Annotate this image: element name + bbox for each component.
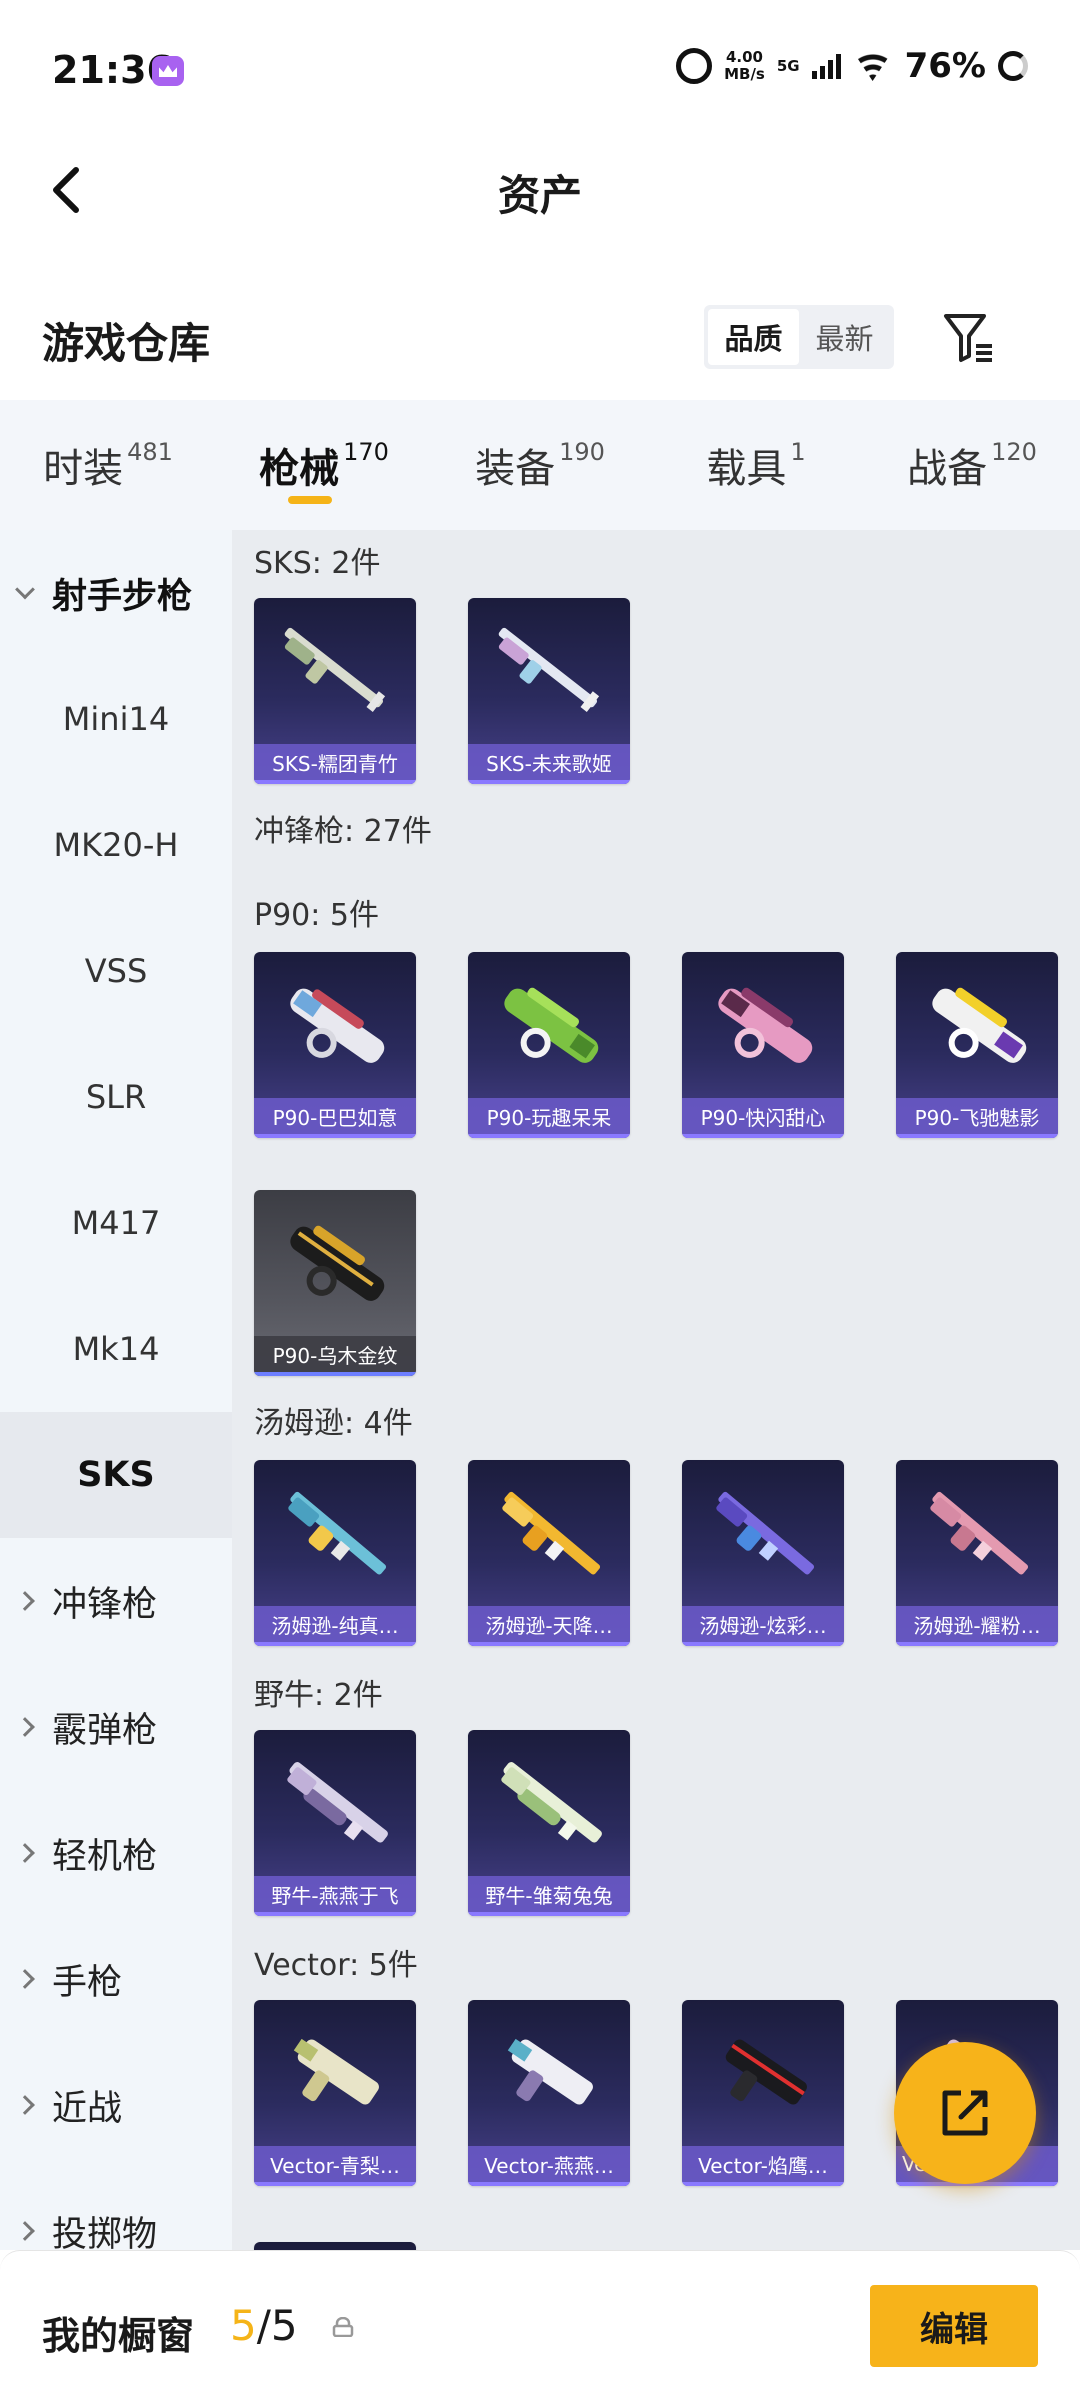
chevron-right-icon — [15, 1717, 35, 1737]
filter-icon[interactable] — [940, 308, 1000, 368]
sidebar-group-smg[interactable]: 冲锋枪 — [0, 1538, 232, 1664]
crown-icon — [152, 56, 184, 86]
sidebar-group-melee[interactable]: 近战 — [0, 2042, 232, 2168]
sidebar-group-pistol[interactable]: 手枪 — [0, 1916, 232, 2042]
external-link-icon — [942, 2090, 988, 2136]
sidebar-item-vss[interactable]: VSS — [0, 908, 232, 1034]
chevron-right-icon — [15, 1843, 35, 1863]
rifle-skin-icon — [498, 627, 600, 712]
app-header: 资产 — [0, 140, 1080, 240]
section-header-p90: P90: 5件 — [254, 898, 379, 933]
sidebar-item-sks[interactable]: SKS — [0, 1412, 232, 1538]
weapon-card[interactable]: SKS-糯团青竹 — [254, 598, 416, 784]
weapon-card[interactable]: P90-乌木金纹 — [254, 1190, 416, 1376]
weapon-card[interactable]: P90-快闪甜心 — [682, 952, 844, 1138]
network-speed: 4.00 MB/s — [724, 48, 765, 83]
sidebar-group-lmg[interactable]: 轻机枪 — [0, 1790, 232, 1916]
showcase-bar: 我的橱窗 5/5 编辑 — [0, 2250, 1080, 2400]
section-header-sks: SKS: 2件 — [254, 546, 381, 581]
vector-skin-icon — [293, 2038, 379, 2105]
p90-skin-icon — [932, 987, 1027, 1063]
status-bar: 21:36 4.00 MB/s 5G 76% — [0, 0, 1080, 140]
chevron-right-icon — [15, 1969, 35, 1989]
bison-skin-icon — [501, 1762, 602, 1843]
sidebar-item-mk14[interactable]: Mk14 — [0, 1286, 232, 1412]
sidebar-item-mini14[interactable]: Mini14 — [0, 656, 232, 782]
network-type: 5G — [776, 57, 800, 75]
chevron-right-icon — [15, 2221, 35, 2241]
showcase-title: 我的橱窗 — [42, 2314, 195, 2358]
section-header-vector: Vector: 5件 — [254, 1948, 418, 1983]
weapon-card[interactable] — [254, 2242, 416, 2250]
thompson-skin-icon — [930, 1491, 1029, 1575]
tab-fashion[interactable]: 时装 481 — [0, 400, 216, 530]
p90-skin-icon — [290, 1225, 385, 1301]
weapon-card[interactable]: P90-巴巴如意 — [254, 952, 416, 1138]
thompson-skin-icon — [716, 1491, 815, 1575]
p90-skin-icon — [290, 988, 385, 1063]
showcase-count: 5/5 — [230, 2301, 298, 2350]
weapon-card[interactable]: 汤姆逊-耀粉… — [896, 1460, 1058, 1646]
share-button[interactable] — [894, 2042, 1036, 2184]
vector-skin-icon — [507, 2038, 593, 2105]
weapon-card[interactable]: Vector-焰鹰… — [682, 2000, 844, 2186]
sort-toggle: 品质 最新 — [704, 305, 894, 369]
vector-skin-icon — [725, 2039, 807, 2105]
sidebar-item-slr[interactable]: SLR — [0, 1034, 232, 1160]
warehouse-title: 游戏仓库 — [42, 319, 211, 368]
sidebar-item-m417[interactable]: M417 — [0, 1160, 232, 1286]
weapon-card[interactable]: P90-玩趣呆呆 — [468, 952, 630, 1138]
thompson-skin-icon — [288, 1491, 387, 1575]
sidebar-group-shotgun[interactable]: 霰弹枪 — [0, 1664, 232, 1790]
category-tabs: 时装 481 枪械 170 装备 190 载具 1 战备 120 — [0, 400, 1080, 530]
weapon-card[interactable]: Vector-燕燕… — [468, 2000, 630, 2186]
section-header-bison: 野牛: 2件 — [254, 1678, 383, 1713]
tab-equipment[interactable]: 装备 190 — [432, 400, 648, 530]
lock-icon — [332, 2317, 354, 2337]
chevron-right-icon — [15, 2095, 35, 2115]
sort-newest-button[interactable]: 最新 — [799, 309, 890, 365]
signal-icon — [811, 53, 841, 79]
battery-percent: 76% — [904, 46, 986, 86]
section-header-thompson: 汤姆逊: 4件 — [254, 1406, 413, 1441]
tab-supplies[interactable]: 战备 120 — [864, 400, 1080, 530]
weapon-category-sidebar: 射手步枪 Mini14 MK20-H VSS SLR M417 Mk14 SKS… — [0, 530, 232, 2255]
chevron-right-icon — [15, 1591, 35, 1611]
sidebar-item-mk20h[interactable]: MK20-H — [0, 782, 232, 908]
wifi-icon — [853, 51, 893, 81]
tab-active-indicator — [288, 496, 332, 504]
weapon-card[interactable]: 汤姆逊-纯真… — [254, 1460, 416, 1646]
tab-firearms[interactable]: 枪械 170 — [216, 400, 432, 530]
weapon-card[interactable]: 汤姆逊-炫彩… — [682, 1460, 844, 1646]
weapon-card[interactable]: 汤姆逊-天降… — [468, 1460, 630, 1646]
weapon-grid: SKS: 2件 SKS-糯团青竹 SKS-未来歌姬 冲锋枪: 27件 P90: … — [232, 530, 1080, 2250]
sort-quality-button[interactable]: 品质 — [708, 309, 799, 365]
sidebar-group-marksman-rifles[interactable]: 射手步枪 — [0, 530, 232, 656]
edit-button[interactable]: 编辑 — [870, 2285, 1038, 2367]
status-icons: 4.00 MB/s 5G 76% — [676, 46, 1028, 86]
weapon-card[interactable]: Vector-青梨… — [254, 2000, 416, 2186]
rifle-skin-icon — [284, 627, 386, 712]
weapon-card[interactable]: P90-飞驰魅影 — [896, 952, 1058, 1138]
weapon-card[interactable]: 野牛-燕燕于飞 — [254, 1730, 416, 1916]
chevron-down-icon — [15, 579, 35, 600]
p90-skin-icon — [504, 987, 599, 1063]
bison-skin-icon — [287, 1762, 388, 1843]
alarm-icon — [676, 48, 713, 84]
thompson-skin-icon — [502, 1491, 601, 1575]
tab-vehicles[interactable]: 载具 1 — [648, 400, 864, 530]
weapon-card[interactable]: 野牛-雏菊兔兔 — [468, 1730, 630, 1916]
weapon-card[interactable]: SKS-未来歌姬 — [468, 598, 630, 784]
p90-skin-icon — [718, 987, 813, 1063]
page-title: 资产 — [497, 171, 582, 220]
section-header-smg: 冲锋枪: 27件 — [254, 814, 432, 849]
battery-icon — [998, 51, 1028, 81]
